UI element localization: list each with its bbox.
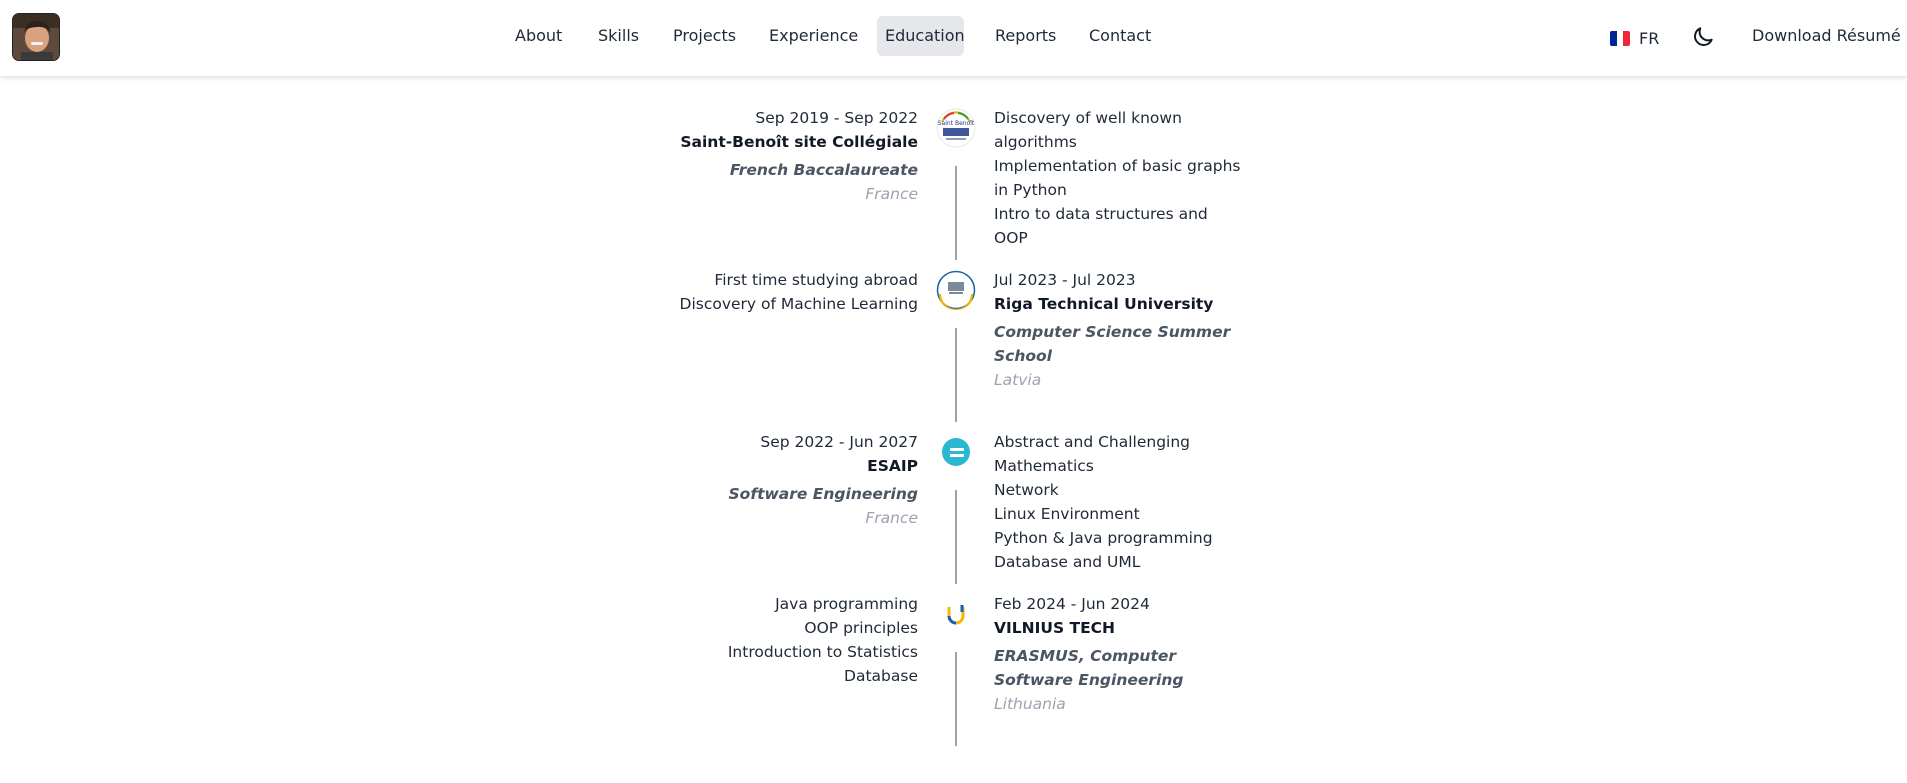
list-item: Discovery of Machine Learning (679, 295, 918, 313)
list-item: First time studying abroad (714, 271, 918, 289)
education-institution: Saint-Benoît site Collégiale (680, 133, 918, 151)
education-entry-items: Java programming OOP principles Introduc… (598, 592, 918, 688)
nav-about[interactable]: About (507, 16, 570, 56)
education-institution: Riga Technical University (994, 295, 1214, 313)
education-dates: Sep 2019 - Sep 2022 (755, 109, 918, 127)
education-degree: Software Engineering (728, 485, 918, 503)
education-dates: Feb 2024 - Jun 2024 (994, 595, 1150, 613)
education-entry-items: Abstract and Challenging Mathematics Net… (994, 430, 1244, 574)
list-item: Java programming (775, 595, 918, 613)
france-flag-icon (1610, 30, 1630, 46)
list-item: Python & Java programming (994, 529, 1213, 547)
education-country: Lithuania (994, 695, 1066, 713)
list-item: Implementation of basic graphs in Python (994, 157, 1241, 199)
saint-benoit-logo: Saint Benoît (936, 108, 976, 148)
nav-projects[interactable]: Projects (665, 16, 744, 56)
nav-experience[interactable]: Experience (761, 16, 866, 56)
language-label: FR (1639, 28, 1660, 48)
education-institution: VILNIUS TECH (994, 619, 1116, 637)
top-navbar: About Skills Projects Experience Educati… (0, 0, 1907, 76)
education-country: France (865, 185, 918, 203)
timeline-line (955, 328, 957, 422)
list-item: Linux Environment (994, 505, 1140, 523)
education-institution: ESAIP (867, 457, 918, 475)
education-degree: French Baccalaureate (729, 161, 918, 179)
list-item: Network (994, 481, 1059, 499)
education-entry-details: Sep 2019 - Sep 2022 Saint-Benoît site Co… (598, 106, 918, 206)
education-country: Latvia (994, 371, 1042, 389)
education-degree: ERASMUS, Computer Software Engineering (994, 647, 1184, 689)
education-dates: Jul 2023 - Jul 2023 (994, 271, 1136, 289)
education-entry-details: Feb 2024 - Jun 2024 VILNIUS TECH ERASMUS… (994, 592, 1244, 716)
education-entry-details: Sep 2022 - Jun 2027 ESAIP Software Engin… (598, 430, 918, 530)
list-item: Database (844, 667, 918, 685)
download-resume-link[interactable]: Download Résumé (1752, 26, 1901, 45)
list-item: Discovery of well known algorithms (994, 109, 1182, 151)
list-item: Introduction to Statistics (727, 643, 918, 661)
education-entry-items: First time studying abroad Discovery of … (598, 268, 918, 316)
list-item: Database and UML (994, 553, 1141, 571)
esaip-logo (936, 432, 976, 472)
saint-benoit-logo-text: Saint Benoît (938, 120, 975, 127)
education-country: France (865, 509, 918, 527)
nav-contact[interactable]: Contact (1081, 16, 1159, 56)
education-dates: Sep 2022 - Jun 2027 (760, 433, 918, 451)
nav-skills[interactable]: Skills (590, 16, 647, 56)
nav-education[interactable]: Education (877, 16, 965, 56)
timeline-line (955, 652, 957, 746)
list-item: OOP principles (804, 619, 918, 637)
nav-reports[interactable]: Reports (987, 16, 1064, 56)
moon-icon[interactable] (1690, 24, 1716, 50)
timeline-line (955, 166, 957, 260)
education-degree: Computer Science Summer School (994, 323, 1231, 365)
education-entry-items: Discovery of well known algorithms Imple… (994, 106, 1244, 250)
education-entry-details: Jul 2023 - Jul 2023 Riga Technical Unive… (994, 268, 1244, 392)
list-item: Intro to data structures and OOP (994, 205, 1208, 247)
list-item: Abstract and Challenging Mathematics (994, 433, 1191, 475)
education-timeline: Saint Benoît Sep 2019 - Sep 2022 Saint-B… (0, 76, 1907, 783)
vilnius-tech-logo (936, 594, 976, 634)
timeline-line (955, 490, 957, 584)
rtu-logo (936, 270, 976, 310)
language-switcher[interactable]: FR (1610, 26, 1659, 50)
